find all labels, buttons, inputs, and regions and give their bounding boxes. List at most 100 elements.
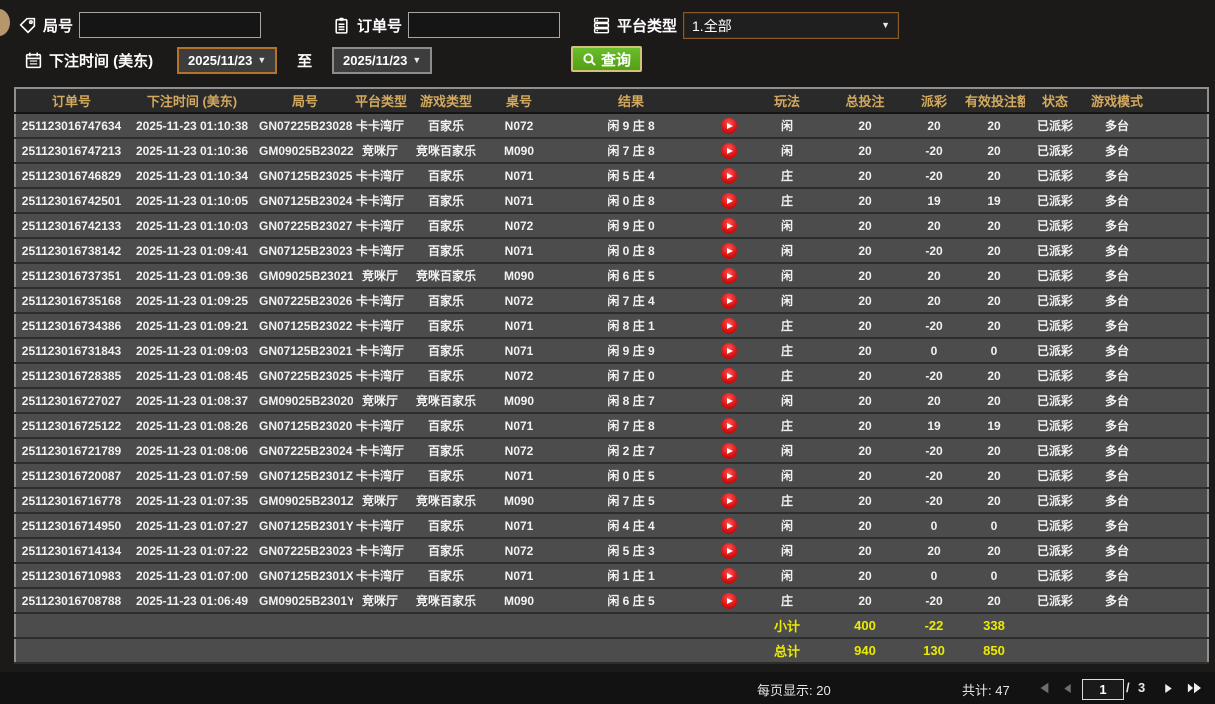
play-video-button[interactable]	[721, 418, 737, 434]
search-icon	[582, 52, 597, 67]
cell-total-bet: 20	[825, 263, 905, 288]
cell-payout: 20	[905, 388, 963, 413]
cell-spacer	[1149, 438, 1208, 463]
cell-total-bet: 20	[825, 538, 905, 563]
play-video-button[interactable]	[721, 518, 737, 534]
play-video-button[interactable]	[721, 568, 737, 584]
cell-total-bet: 20	[825, 113, 905, 138]
date-to-value: 2025/11/23	[343, 53, 407, 68]
game-no-input[interactable]	[79, 12, 261, 38]
date-to-select[interactable]: 2025/11/23 ▼	[332, 47, 432, 74]
table-row: 2511230167200872025-11-23 01:07:59GN0712…	[15, 463, 1208, 488]
cell-game-type: 百家乐	[407, 538, 485, 563]
cell-valid-bet: 19	[963, 188, 1025, 213]
play-icon	[727, 173, 733, 179]
table-row: 2511230167270272025-11-23 01:08:37GM0902…	[15, 388, 1208, 413]
cell-total-bet: 20	[825, 313, 905, 338]
cell-status: 已派彩	[1025, 238, 1085, 263]
cell-total-bet: 20	[825, 463, 905, 488]
cell-play	[709, 463, 749, 488]
play-video-button[interactable]	[721, 218, 737, 234]
cell-result: 闲 2 庄 7	[553, 438, 709, 463]
play-video-button[interactable]	[721, 318, 737, 334]
cell-bet-type: 闲	[749, 238, 825, 263]
cell-total-bet: 20	[825, 388, 905, 413]
play-video-button[interactable]	[721, 368, 737, 384]
play-video-button[interactable]	[721, 468, 737, 484]
total-total-bet: 940	[825, 638, 905, 663]
cell-game-type: 竞咪百家乐	[407, 263, 485, 288]
table-row: 2511230167468292025-11-23 01:10:34GN0712…	[15, 163, 1208, 188]
table-row: 2511230167421332025-11-23 01:10:03GN0722…	[15, 213, 1208, 238]
cell-spacer	[1149, 213, 1208, 238]
play-video-button[interactable]	[721, 443, 737, 459]
play-video-button[interactable]	[721, 543, 737, 559]
cell-table-no: N071	[485, 188, 553, 213]
cell-order-no: 251123016721789	[15, 438, 127, 463]
cell-bet-time: 2025-11-23 01:08:45	[127, 363, 257, 388]
play-video-button[interactable]	[721, 168, 737, 184]
platform-select[interactable]: 1.全部 ▼	[683, 12, 899, 39]
cell-mode: 多台	[1085, 463, 1149, 488]
cell-result: 闲 1 庄 1	[553, 563, 709, 588]
subtotal-spacer-end	[1025, 613, 1208, 638]
play-video-button[interactable]	[721, 593, 737, 609]
table-row: 2511230167318432025-11-23 01:09:03GN0712…	[15, 338, 1208, 363]
cell-mode: 多台	[1085, 413, 1149, 438]
cell-spacer	[1149, 188, 1208, 213]
cell-game-no: GN07125B23023	[257, 238, 353, 263]
total-spacer-end	[1025, 638, 1208, 663]
cell-valid-bet: 20	[963, 488, 1025, 513]
cell-status: 已派彩	[1025, 213, 1085, 238]
prev-page-button[interactable]	[1059, 680, 1075, 696]
cell-game-no: GN07225B23027	[257, 213, 353, 238]
corner-decoration	[0, 9, 10, 36]
table-row: 2511230167217892025-11-23 01:08:06GN0722…	[15, 438, 1208, 463]
date-from-select[interactable]: 2025/11/23 ▼	[177, 47, 277, 74]
table-row: 2511230167141342025-11-23 01:07:22GN0722…	[15, 538, 1208, 563]
cell-payout: -20	[905, 238, 963, 263]
cell-bet-time: 2025-11-23 01:09:25	[127, 288, 257, 313]
page-number-input[interactable]	[1082, 679, 1124, 700]
cell-game-no: GM09025B23021	[257, 263, 353, 288]
cell-game-type: 百家乐	[407, 238, 485, 263]
cell-platform: 卡卡湾厅	[353, 563, 407, 588]
cell-table-no: N071	[485, 563, 553, 588]
column-header-10: 派彩	[905, 88, 963, 113]
play-video-button[interactable]	[721, 243, 737, 259]
table-row: 2511230167425012025-11-23 01:10:05GN0712…	[15, 188, 1208, 213]
play-video-button[interactable]	[721, 293, 737, 309]
play-video-button[interactable]	[721, 143, 737, 159]
cell-bet-type: 闲	[749, 113, 825, 138]
cell-payout: 0	[905, 338, 963, 363]
cell-table-no: N072	[485, 288, 553, 313]
query-button[interactable]: 查询	[571, 46, 642, 72]
play-video-button[interactable]	[721, 343, 737, 359]
cell-game-type: 百家乐	[407, 313, 485, 338]
platform-filter: 平台类型 1.全部 ▼	[592, 12, 899, 39]
cell-total-bet: 20	[825, 188, 905, 213]
order-no-input[interactable]	[408, 12, 560, 38]
table-row: 2511230167087882025-11-23 01:06:49GM0902…	[15, 588, 1208, 613]
play-video-button[interactable]	[721, 118, 737, 134]
cell-mode: 多台	[1085, 263, 1149, 288]
play-video-button[interactable]	[721, 393, 737, 409]
play-icon	[727, 498, 733, 504]
last-page-button[interactable]	[1186, 680, 1202, 696]
play-video-button[interactable]	[721, 193, 737, 209]
cell-order-no: 251123016747634	[15, 113, 127, 138]
play-icon	[727, 523, 733, 529]
next-page-button[interactable]	[1160, 680, 1176, 696]
cell-platform: 卡卡湾厅	[353, 463, 407, 488]
play-video-button[interactable]	[721, 493, 737, 509]
cell-valid-bet: 0	[963, 513, 1025, 538]
cell-payout: 0	[905, 563, 963, 588]
bet-records-table: 订单号下注时间 (美东)局号平台类型游戏类型桌号结果玩法总投注派彩有效投注额状态…	[14, 87, 1209, 664]
cell-valid-bet: 20	[963, 313, 1025, 338]
play-video-button[interactable]	[721, 268, 737, 284]
play-icon	[727, 148, 733, 154]
cell-platform: 竞咪厅	[353, 588, 407, 613]
cell-spacer	[1149, 513, 1208, 538]
cell-payout: 0	[905, 513, 963, 538]
first-page-button[interactable]	[1036, 680, 1052, 696]
